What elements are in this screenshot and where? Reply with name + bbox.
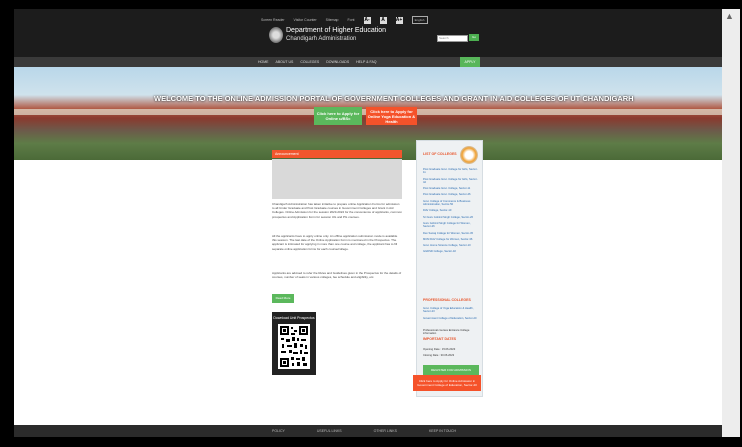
professional-note: Professional courses Entrance College in… [423,329,470,336]
announcement-box [272,159,402,199]
utility-bar: Screen Reader Visitor Counter Sitemap Fo… [261,16,428,24]
emblem-logo[interactable] [269,27,283,43]
nav-apply-button[interactable]: APPLY NOW [460,57,480,74]
college-link[interactable]: Post Graduate Govt. College, Sector-11 [423,187,479,190]
college-list-title: LIST OF COLLEGES [423,152,457,156]
site-header: Screen Reader Visitor Counter Sitemap Fo… [14,9,722,57]
scroll-up-icon[interactable]: ▲ [725,11,734,21]
department-name: Department of Higher Education [286,27,386,34]
footer-useful-links[interactable]: USEFUL LINKS [317,429,342,433]
font-increase-button[interactable]: A+ [395,16,403,24]
site-footer: POLICY USEFUL LINKS OTHER LINKS KEEP IN … [14,425,722,437]
hero-banner: WELCOME TO THE ONLINE ADMISSION PORTAL O… [14,67,722,160]
qr-code-icon[interactable] [278,324,310,369]
nav-downloads[interactable]: DOWNLOADS [326,60,349,64]
college-link[interactable]: Post Graduate Govt. College for Girls, S… [423,178,479,185]
instructions-paragraph: All the applicants have to apply online … [272,234,398,251]
professional-college-link[interactable]: Government College of Education, Sector-… [423,317,479,320]
college-list: Post Graduate Govt. College for Girls, S… [423,168,479,257]
font-normal-button[interactable]: A [379,16,387,24]
college-link[interactable]: GGDSD College, Sector-32 [423,250,479,253]
font-decrease-button[interactable]: A- [363,16,371,24]
vertical-scrollbar[interactable]: ▲ [722,9,740,437]
professional-college-link[interactable]: Govt. College of Yoga Education & Health… [423,307,479,314]
intro-paragraph: Chandigarh Administration has taken init… [272,202,402,219]
search-input[interactable]: Search [437,35,468,42]
college-link[interactable]: Post Graduate Govt. College, Sector-46 [423,193,479,196]
sitemap-link[interactable]: Sitemap [326,18,339,22]
search-button[interactable]: Go [469,34,479,41]
opening-date: Opening Date : 15.06.2023 [423,348,456,351]
apply-online-button[interactable]: Click here to Apply for Online u/BSc [314,107,362,125]
prospectus-title: Download Unit Prospectus [273,316,315,320]
language-select[interactable]: English [411,16,428,24]
footer-keep-in-touch[interactable]: KEEP IN TOUCH [429,429,456,433]
announcement-header: Announcement [272,150,402,158]
screen-reader-link[interactable]: Screen Reader [261,18,285,22]
college-link[interactable]: Govt. College of Commerce & Business Adm… [423,200,479,207]
nav-colleges[interactable]: COLLEGES [300,60,319,64]
college-link[interactable]: MCM DAV College for Women, Sector-36 [423,238,479,241]
professional-colleges-title: PROFESSIONAL COLLEGES [423,298,471,302]
sidebar-panel: LIST OF COLLEGES Post Graduate Govt. Col… [416,140,483,397]
college-link[interactable]: DAV College, Sector-10 [423,209,479,212]
main-nav: HOME ABOUT US COLLEGES DOWNLOADS HELP & … [14,57,722,74]
footer-other-links[interactable]: OTHER LINKS [374,429,397,433]
college-link[interactable]: Guru Gobind Singh College for Women, Sec… [423,222,479,229]
closing-date: Closing Date : 30.06.2023 [423,354,455,357]
guidelines-paragraph: Applicants are advised to refer the Rule… [272,271,402,280]
college-link[interactable]: Govt. Home Science College, Sector-10 [423,244,479,247]
college-link[interactable]: Post Graduate Govt. College for Girls, S… [423,168,479,175]
browser-viewport: Screen Reader Visitor Counter Sitemap Fo… [14,9,722,437]
read-more-button[interactable]: Read More [272,294,294,303]
college-logo-icon [460,146,478,164]
visitor-counter: Visitor Counter [293,18,317,22]
nav-help[interactable]: HELP & FAQ [356,60,376,64]
font-label: Font [347,18,355,22]
important-dates-title: IMPORTANT DATES [423,337,457,341]
college-link[interactable]: Sri Guru Gobind Singh College, Sector-26 [423,216,479,219]
nav-home[interactable]: HOME [258,60,269,64]
apply-yoga-button[interactable]: Click here to Apply for Online Yoga Educ… [366,107,417,125]
prospectus-card[interactable]: Download Unit Prospectus [272,312,316,375]
site-title: Department of Higher Education Chandigar… [286,27,386,43]
footer-policy[interactable]: POLICY [272,429,285,433]
hero-title: WELCOME TO THE ONLINE ADMISSION PORTAL O… [154,94,634,103]
nav-about[interactable]: ABOUT US [276,60,294,64]
administration-name: Chandigarh Administration [286,36,357,42]
apply-education-button[interactable]: Click here to Apply for Online Admission… [413,375,481,391]
college-link[interactable]: Dev Samaj College for Women, Sector-45 [423,232,479,235]
